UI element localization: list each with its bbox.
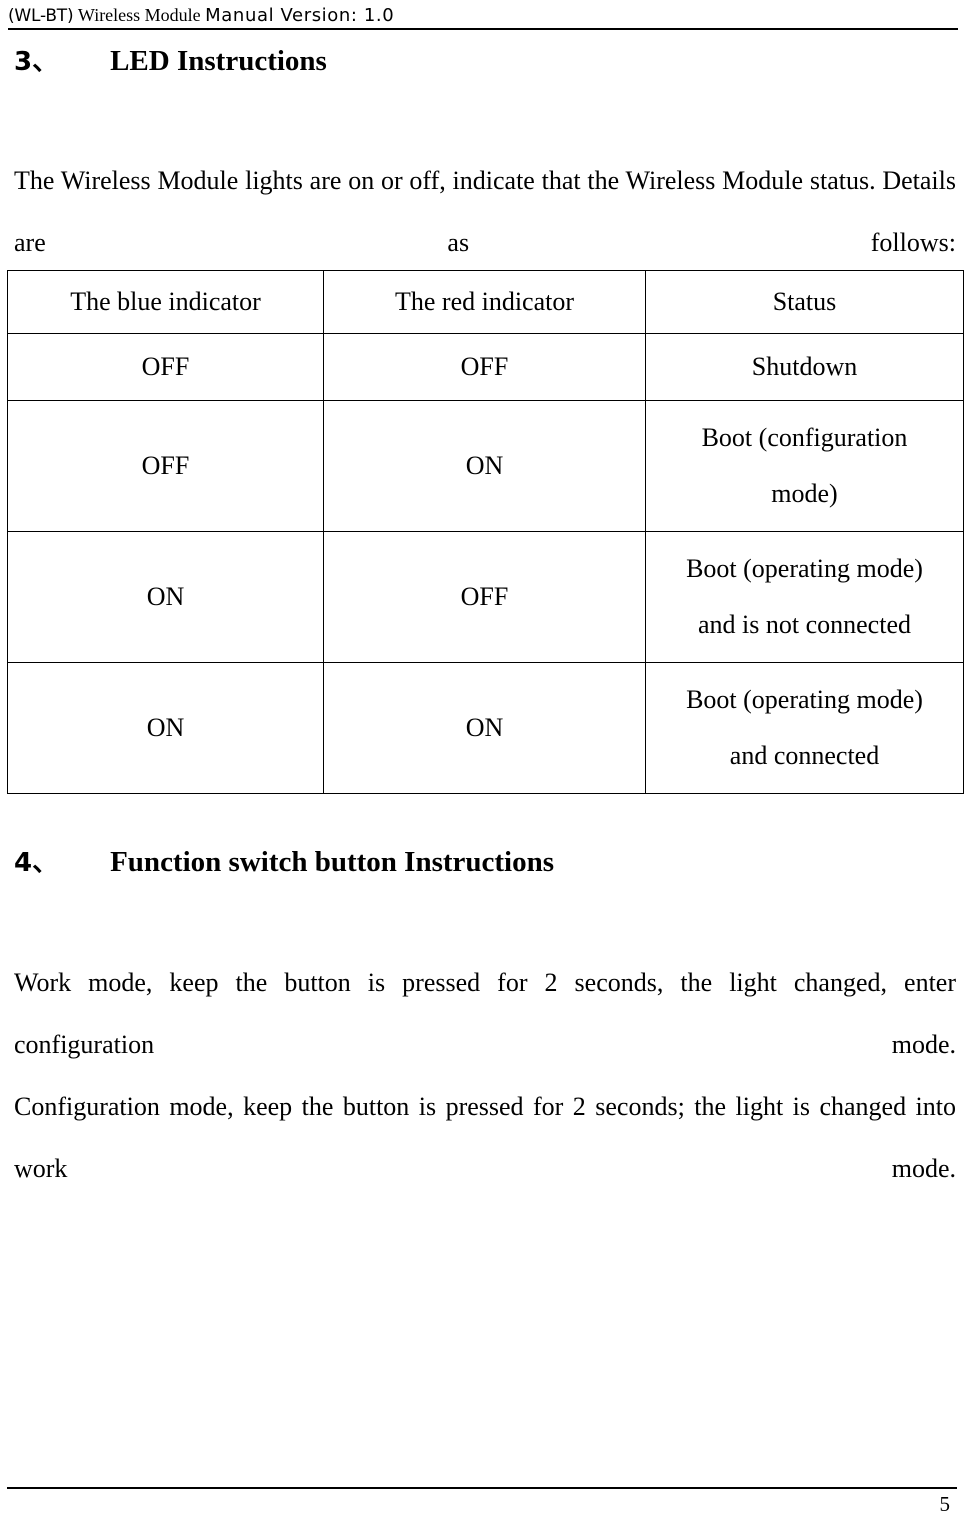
document-page: (WL-BT) Wireless Module Manual Version: … xyxy=(0,0,964,1531)
cell-red-indicator: ON xyxy=(323,662,646,794)
cell-status-line-1: Boot (operating mode) xyxy=(686,554,923,583)
section-heading-led: 3、 LED Instructions xyxy=(14,44,327,79)
header-model: (WL-BT) xyxy=(8,6,74,26)
footer-divider xyxy=(7,1487,957,1489)
header-divider xyxy=(8,28,958,30)
cell-status: Boot (operating mode) and connected xyxy=(645,662,964,794)
section-title-led: LED Instructions xyxy=(110,45,327,77)
cell-blue-indicator: OFF xyxy=(7,333,324,401)
cell-red-indicator: OFF xyxy=(323,333,646,401)
table-header-status: Status xyxy=(645,270,964,334)
section-title-function-switch: Function switch button Instructions xyxy=(110,846,555,878)
cell-red-indicator: ON xyxy=(323,400,646,532)
cell-status: Boot (configuration mode) xyxy=(645,400,964,532)
cell-status-line-1: Boot (operating mode) xyxy=(686,685,923,714)
table-header-blue: The blue indicator xyxy=(7,270,324,334)
led-status-table: The blue indicator The red indicator Sta… xyxy=(7,270,964,794)
cell-status: Shutdown xyxy=(645,333,964,401)
cell-status: Boot (operating mode) and is not connect… xyxy=(645,531,964,663)
cell-status-lines: Boot (operating mode) and connected xyxy=(646,672,963,784)
cell-blue-indicator: ON xyxy=(7,531,324,663)
section-number-3: 3、 xyxy=(14,47,59,77)
cell-status-line-2: and is not connected xyxy=(698,610,911,639)
cell-status-line-2: and connected xyxy=(729,741,880,770)
cell-status-lines: Boot (configuration mode) xyxy=(646,410,963,522)
table-row: ON ON Boot (operating mode) and connecte… xyxy=(7,662,964,794)
section-number-4: 4、 xyxy=(14,848,59,878)
table-header-row: The blue indicator The red indicator Sta… xyxy=(7,270,964,334)
table-row: OFF OFF Shutdown xyxy=(7,333,964,401)
header-product: Wireless Module xyxy=(77,5,201,25)
cell-status-lines: Boot (operating mode) and is not connect… xyxy=(646,541,963,653)
cell-status-line-2: mode) xyxy=(771,479,838,508)
section-heading-function-switch: 4、 Function switch button Instructions xyxy=(14,845,554,880)
table-row: OFF ON Boot (configuration mode) xyxy=(7,400,964,532)
page-number: 5 xyxy=(939,1492,951,1516)
table-header-red: The red indicator xyxy=(323,270,646,334)
table-row: ON OFF Boot (operating mode) and is not … xyxy=(7,531,964,663)
cell-status-line-1: Boot (configuration xyxy=(701,423,908,452)
cell-blue-indicator: OFF xyxy=(7,400,324,532)
cell-red-indicator: OFF xyxy=(323,531,646,663)
cell-blue-indicator: ON xyxy=(7,662,324,794)
header-manual-version: Manual Version: 1.0 xyxy=(205,5,395,26)
configuration-mode-paragraph: Configuration mode, keep the button is p… xyxy=(14,1092,956,1183)
